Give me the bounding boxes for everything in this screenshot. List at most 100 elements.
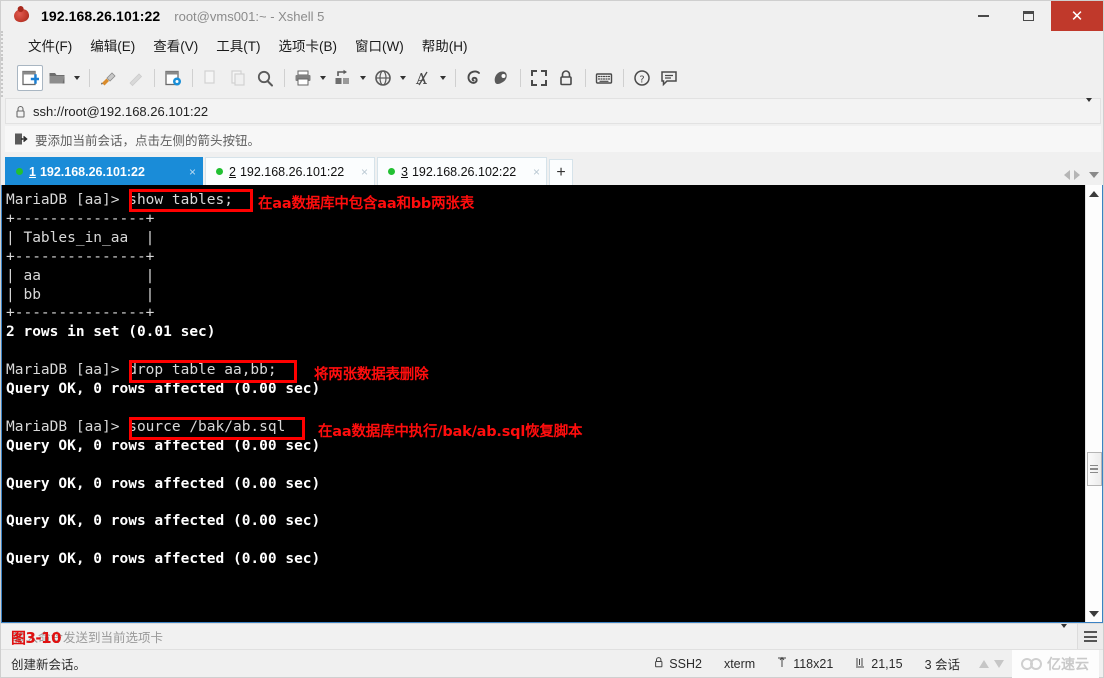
window-controls: ✕	[961, 1, 1103, 31]
terminal-scrollbar[interactable]	[1085, 185, 1102, 622]
new-tab-button[interactable]: +	[549, 159, 573, 185]
title-ip: 192.168.26.101:22	[41, 8, 161, 24]
tab-close-icon[interactable]: ×	[179, 166, 196, 178]
scrollbar-thumb[interactable]	[1086, 452, 1102, 486]
copy-icon	[198, 65, 224, 91]
toolbar-separator	[455, 69, 456, 87]
compose-bar-icon[interactable]	[461, 65, 487, 91]
close-button[interactable]: ✕	[1051, 1, 1103, 31]
find-icon[interactable]	[252, 65, 278, 91]
arrow-box-icon	[14, 132, 28, 146]
address-bar[interactable]: ssh://root@192.168.26.101:22	[5, 98, 1101, 124]
cursor-icon	[855, 656, 866, 671]
tab-scroll-right-icon[interactable]	[1074, 170, 1080, 180]
status-cursor: 21,15	[844, 650, 913, 678]
chevron-down-icon[interactable]	[1061, 623, 1067, 646]
tab-close-icon[interactable]: ×	[523, 166, 540, 178]
file-transfer-icon[interactable]	[330, 65, 356, 91]
tab-session-1[interactable]: 1 192.168.26.101:22 ×	[5, 157, 203, 185]
xshell-window: 192.168.26.101:22 root@vms001:~ - Xshell…	[0, 0, 1104, 678]
annotation-text: 将两张数据表删除	[314, 367, 429, 383]
globe-dropdown-icon[interactable]	[397, 65, 408, 91]
terminal-area: MariaDB [aa]> show tables; +-------------…	[1, 185, 1103, 623]
print-dropdown-icon[interactable]	[317, 65, 328, 91]
status-protocol: SSH2	[643, 650, 713, 678]
toolbar: A ?	[1, 59, 1103, 97]
keyboard-icon[interactable]	[591, 65, 617, 91]
scroll-up-button[interactable]	[1085, 185, 1102, 202]
status-sessions-label: 3 会话	[924, 658, 960, 672]
tab-session-3[interactable]: 3 192.168.26.102:22 ×	[377, 157, 547, 185]
toolbar-separator	[284, 69, 285, 87]
globe-icon[interactable]	[370, 65, 396, 91]
terminal-line: | bb |	[6, 286, 155, 303]
notice-text: 要添加当前会话，点击左侧的箭头按钮。	[35, 133, 261, 148]
session-properties-icon[interactable]	[160, 65, 186, 91]
font-dropdown-icon[interactable]	[437, 65, 448, 91]
fullscreen-icon[interactable]	[526, 65, 552, 91]
status-dot-connected-icon	[216, 168, 223, 175]
minimize-button[interactable]	[961, 1, 1006, 31]
lock-icon[interactable]	[553, 65, 579, 91]
toolbar-separator	[623, 69, 624, 87]
new-session-icon[interactable]	[17, 65, 43, 91]
status-transfer-indicator	[971, 659, 1012, 668]
toolbar-separator	[89, 69, 90, 87]
terminal-line: Query OK, 0 rows affected (0.00 sec)	[6, 475, 321, 492]
hamburger-menu-icon[interactable]	[1077, 623, 1103, 650]
terminal-line: MariaDB [aa]> show tables;	[6, 192, 233, 208]
status-terminal-type-label: xterm	[723, 656, 756, 671]
upload-arrow-icon	[979, 659, 989, 668]
terminal-line	[6, 342, 1085, 361]
download-arrow-icon	[994, 659, 1004, 668]
disconnect-icon	[122, 65, 148, 91]
highlight-icon[interactable]	[488, 65, 514, 91]
menu-item-window[interactable]: 窗口(W)	[346, 32, 413, 58]
terminal-line: | Tables_in_aa |	[6, 229, 155, 246]
tab-close-icon[interactable]: ×	[351, 166, 368, 178]
menu-item-tools[interactable]: 工具(T)	[207, 32, 269, 58]
lock-icon	[654, 656, 664, 671]
print-icon[interactable]	[290, 65, 316, 91]
close-icon: ✕	[1070, 7, 1084, 25]
status-sessions: 3 会话	[914, 650, 971, 678]
command-input[interactable]: 输入命令发送到当前选项卡 图3-10	[1, 623, 1077, 650]
tab-list-dropdown-icon[interactable]	[1089, 172, 1099, 178]
terminal-output[interactable]: MariaDB [aa]> show tables; +-------------…	[2, 185, 1085, 622]
title-subtitle: root@vms001:~ - Xshell 5	[174, 8, 325, 24]
status-size-label: 118x21	[793, 656, 834, 671]
terminal-line: +---------------+	[6, 210, 155, 227]
open-folder-dropdown-icon[interactable]	[71, 65, 82, 91]
status-indicators: SSH2 xterm 118x21 21,15 3 会话 亿速云	[643, 649, 1103, 678]
status-bar: 创建新会话。 SSH2 xterm 118x21 21,15 3 会话 亿速云	[1, 649, 1103, 678]
toolbar-separator	[154, 69, 155, 87]
tab-session-2[interactable]: 2 192.168.26.101:22 ×	[205, 157, 375, 185]
terminal-line: 2 rows in set (0.01 sec)	[6, 324, 216, 341]
terminal-line: +---------------+	[6, 248, 155, 265]
menu-item-help[interactable]: 帮助(H)	[413, 32, 477, 58]
maximize-button[interactable]	[1006, 1, 1051, 31]
menu-item-view[interactable]: 查看(V)	[144, 32, 207, 58]
status-terminal-type: xterm	[713, 650, 766, 678]
terminal-line: | aa |	[6, 267, 155, 284]
status-cursor-label: 21,15	[871, 656, 903, 671]
status-protocol-label: SSH2	[669, 656, 702, 671]
file-transfer-dropdown-icon[interactable]	[357, 65, 368, 91]
chevron-down-icon[interactable]	[1086, 98, 1092, 120]
status-dot-connected-icon	[16, 168, 23, 175]
lock-icon	[15, 105, 26, 118]
feedback-icon[interactable]	[656, 65, 682, 91]
tab-bar: 1 192.168.26.101:22 × 2 192.168.26.101:2…	[5, 155, 1103, 185]
scrollbar-track[interactable]	[1086, 202, 1103, 605]
open-folder-icon[interactable]	[44, 65, 70, 91]
annotation-text: 在aa数据库中执行/bak/ab.sql恢复脚本	[318, 424, 583, 440]
font-icon[interactable]: A	[410, 65, 436, 91]
terminal-line	[6, 399, 1085, 418]
scroll-down-button[interactable]	[1085, 605, 1102, 622]
connect-icon[interactable]	[95, 65, 121, 91]
tab-scroll-left-icon[interactable]	[1064, 170, 1070, 180]
help-icon[interactable]: ?	[629, 65, 655, 91]
menu-item-file[interactable]: 文件(F)	[19, 32, 81, 58]
menu-item-edit[interactable]: 编辑(E)	[81, 32, 144, 58]
menu-item-tab[interactable]: 选项卡(B)	[270, 32, 347, 58]
